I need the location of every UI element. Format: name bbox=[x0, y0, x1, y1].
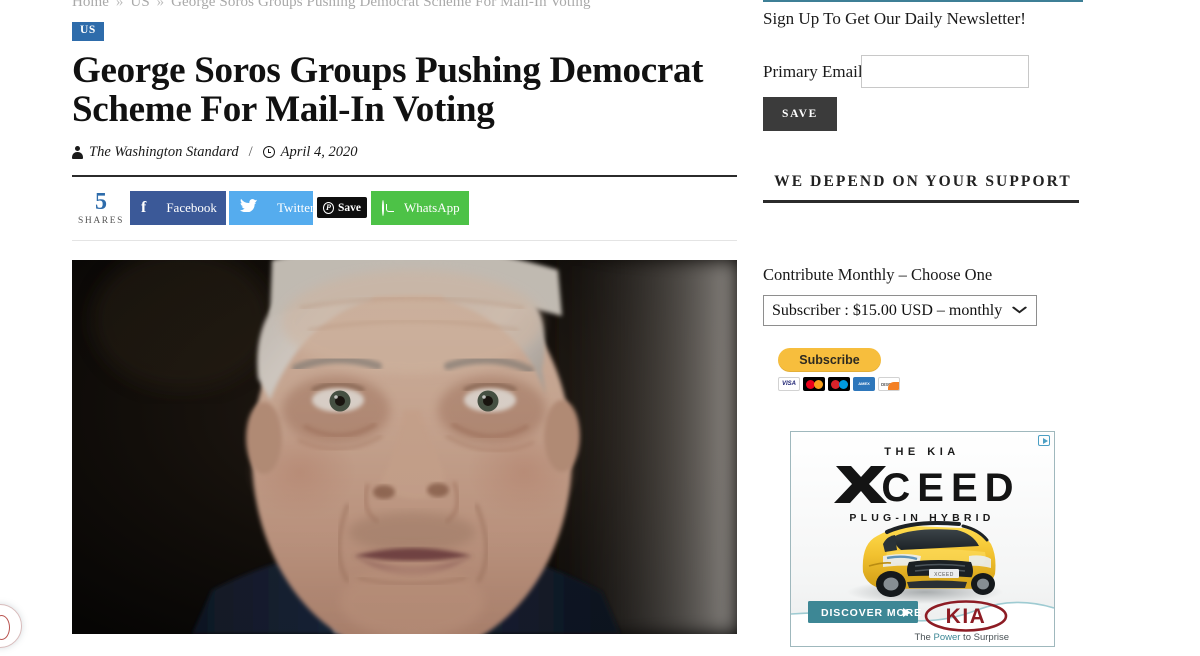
divider-below-share bbox=[72, 239, 737, 241]
floating-widget-button[interactable] bbox=[0, 604, 22, 648]
support-rule bbox=[763, 200, 1079, 203]
share-twitter-label: Twitter bbox=[277, 199, 315, 215]
accepted-cards: VISA AMEX DISCVR bbox=[778, 377, 1083, 391]
contribute-selected-option: Subscriber : $15.00 USD – monthly bbox=[772, 301, 1003, 319]
twitter-icon bbox=[240, 198, 257, 217]
byline-date: April 4, 2020 bbox=[280, 143, 358, 160]
person-icon bbox=[72, 145, 83, 159]
email-field[interactable] bbox=[860, 55, 1029, 88]
share-count: 5 SHARES bbox=[72, 190, 130, 226]
share-count-label: SHARES bbox=[77, 215, 125, 226]
share-whatsapp-label: WhatsApp bbox=[404, 199, 460, 215]
share-pinterest-label: Save bbox=[338, 201, 361, 214]
breadcrumb-item-current: George Soros Groups Pushing Democrat Sch… bbox=[171, 0, 591, 10]
share-buttons: f Facebook Twitter P Save WhatsApp bbox=[130, 190, 469, 225]
svg-text:THE KIA: THE KIA bbox=[884, 446, 960, 458]
newsletter-save-button[interactable]: SAVE bbox=[763, 97, 837, 131]
email-field-label: Primary Email bbox=[763, 61, 863, 81]
breadcrumb-item-home[interactable]: Home bbox=[72, 0, 109, 10]
share-facebook-label: Facebook bbox=[166, 199, 217, 215]
svg-text:XCEED: XCEED bbox=[934, 572, 954, 578]
whatsapp-icon bbox=[382, 199, 394, 216]
breadcrumb-item-us[interactable]: US bbox=[130, 0, 149, 10]
share-twitter-button[interactable]: Twitter bbox=[229, 190, 315, 225]
hero-image bbox=[72, 259, 737, 634]
discover-icon: DISCVR bbox=[878, 377, 900, 391]
article-column: Home » US » George Soros Groups Pushing … bbox=[72, 0, 737, 634]
paypal-block: Subscribe VISA AMEX DISCVR bbox=[778, 348, 1083, 391]
svg-text:KIA: KIA bbox=[946, 605, 987, 628]
amex-icon: AMEX bbox=[853, 377, 875, 391]
contribute-amount-select[interactable]: Subscriber : $15.00 USD – monthly bbox=[763, 295, 1037, 326]
visa-icon: VISA bbox=[778, 377, 800, 391]
widget-top-rule bbox=[763, 0, 1083, 2]
contribute-label: Contribute Monthly – Choose One bbox=[763, 265, 993, 284]
share-facebook-button[interactable]: f Facebook bbox=[130, 190, 226, 225]
article-page: Home » US » George Soros Groups Pushing … bbox=[0, 0, 1200, 656]
facebook-icon: f bbox=[141, 198, 147, 216]
svg-text:The Power to Surprise: The Power to Surprise bbox=[914, 632, 1009, 643]
svg-text:CEED: CEED bbox=[881, 466, 1020, 510]
newsletter-form: Primary Email bbox=[763, 55, 1083, 88]
share-whatsapp-button[interactable]: WhatsApp bbox=[371, 190, 469, 225]
breadcrumb-separator: » bbox=[115, 0, 124, 10]
byline-separator: / bbox=[248, 143, 253, 160]
pinterest-icon: P bbox=[323, 201, 334, 214]
chevron-down-icon bbox=[1012, 305, 1027, 317]
newsletter-heading: Sign Up To Get Our Daily Newsletter! bbox=[763, 9, 1026, 28]
byline: The Washington Standard / April 4, 2020 bbox=[72, 144, 737, 161]
advertisement-banner[interactable]: THE KIA CEED PLUG-IN HYBRID XCEED DISCOV… bbox=[790, 431, 1055, 647]
support-heading: WE DEPEND ON YOUR SUPPORT bbox=[774, 173, 1072, 190]
paypal-subscribe-button[interactable]: Subscribe bbox=[778, 348, 881, 372]
adchoices-triangle bbox=[1038, 434, 1050, 446]
adchoices-icon[interactable] bbox=[1036, 433, 1053, 447]
share-count-number: 5 bbox=[95, 188, 107, 215]
maestro-icon bbox=[828, 377, 850, 391]
sidebar: Sign Up To Get Our Daily Newsletter! Pri… bbox=[763, 0, 1083, 391]
byline-author[interactable]: The Washington Standard bbox=[89, 144, 239, 161]
page-title: George Soros Groups Pushing Democrat Sch… bbox=[72, 49, 704, 131]
breadcrumb-separator: » bbox=[156, 0, 165, 10]
clock-icon bbox=[262, 146, 275, 159]
mastercard-icon bbox=[803, 377, 825, 391]
breadcrumb: Home » US » George Soros Groups Pushing … bbox=[72, 0, 737, 11]
category-badge[interactable]: US bbox=[72, 22, 104, 41]
share-bar: 5 SHARES f Facebook Twitter P Save Whats… bbox=[72, 177, 737, 240]
share-pinterest-button[interactable]: P Save bbox=[317, 197, 367, 219]
